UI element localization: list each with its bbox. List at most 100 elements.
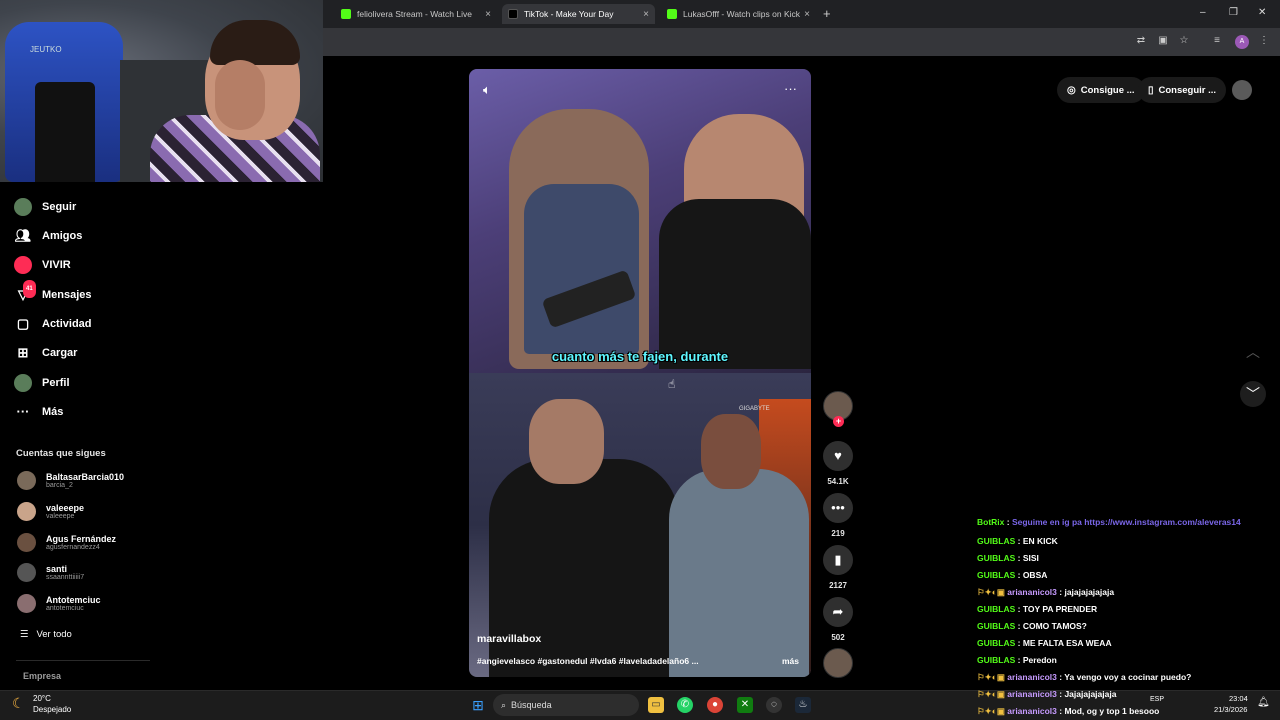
stream-chat-overlay: BotRix : Seguime en ig pa https://www.in… xyxy=(974,515,1280,690)
more-options-icon[interactable]: ··· xyxy=(784,81,797,96)
weather-desc[interactable]: Despejado xyxy=(33,705,71,714)
avatar xyxy=(17,563,36,582)
profile-avatar[interactable]: A xyxy=(1235,35,1249,49)
person-tanktop xyxy=(524,184,639,354)
weather-temp[interactable]: 20°C xyxy=(33,694,51,703)
account-name: valeeepe xyxy=(46,503,85,513)
sidebar-item-label: Seguir xyxy=(42,201,77,213)
sidebar-item-label: Cargar xyxy=(42,347,78,359)
menu-icon[interactable]: ⋮ xyxy=(1258,35,1270,47)
weather-moon-icon: ☾ xyxy=(12,695,25,711)
like-button[interactable]: ♥ xyxy=(823,441,853,471)
tab-tiktok[interactable]: TikTok - Make Your Day × xyxy=(502,4,655,24)
followed-account[interactable]: valeeepe valeeepe xyxy=(17,502,84,521)
more-text-button[interactable]: más xyxy=(782,656,799,666)
see-all-label: Ver todo xyxy=(36,629,72,640)
app-icon[interactable]: ◌ xyxy=(766,697,782,713)
profile-icon xyxy=(14,374,32,392)
windows-start-icon[interactable]: ⊞ xyxy=(470,697,486,713)
sidebar-item-label: Mensajes xyxy=(42,289,92,301)
get-coins-label: Consigue ... xyxy=(1080,84,1135,96)
phone-icon: ▯ xyxy=(1148,84,1154,96)
xbox-icon[interactable]: ✕ xyxy=(737,697,753,713)
close-tab-icon[interactable]: × xyxy=(804,9,810,20)
video-frame-top xyxy=(469,69,811,373)
whatsapp-icon[interactable]: ✆ xyxy=(677,697,693,713)
avatar xyxy=(17,502,36,521)
video-player[interactable]: GIGABYTE cuanto más te fajen, durante 🔈︎… xyxy=(469,69,811,677)
previous-video-button[interactable]: ︿ xyxy=(1240,339,1266,365)
followed-account[interactable]: santi ssaannttiiiii7 xyxy=(17,563,84,582)
chat-message: GUIBLAS : TOY PA PRENDER xyxy=(977,604,1098,614)
get-app-button[interactable]: ▯ Conseguir ... xyxy=(1138,77,1227,103)
sidebar-item-actividad[interactable]: ▢ Actividad xyxy=(14,315,92,333)
user-avatar[interactable] xyxy=(1232,80,1252,100)
close-tab-icon[interactable]: × xyxy=(643,9,649,20)
share-button[interactable]: ➦ xyxy=(823,597,853,627)
sidebar-item-perfil[interactable]: Perfil xyxy=(14,374,70,392)
volume-icon[interactable]: 🔈︎ xyxy=(483,82,491,98)
video-hashtags[interactable]: #angievelasco #gastonedul #lvda6 #lavela… xyxy=(477,656,737,666)
messages-icon: ▽41 xyxy=(14,280,36,304)
video-author[interactable]: maravillabox xyxy=(477,633,541,645)
close-tab-icon[interactable]: × xyxy=(485,9,491,20)
comment-button[interactable]: ••• xyxy=(823,493,853,523)
avatar xyxy=(17,471,36,490)
bookmark-star-icon[interactable]: ☆ xyxy=(1178,35,1190,47)
following-accounts-title: Cuentas que sigues xyxy=(16,448,106,459)
sidebar-item-vivir[interactable]: VIVIR xyxy=(14,256,71,274)
kick-icon xyxy=(341,9,351,19)
chat-message: GUIBLAS : OBSA xyxy=(977,570,1048,580)
translate-icon[interactable]: ⇄ xyxy=(1135,35,1147,47)
account-name: BaltasarBarcia010 xyxy=(46,472,125,482)
file-explorer-icon[interactable]: ▭ xyxy=(648,697,664,713)
sidebar-item-mas[interactable]: ··· Más xyxy=(14,403,64,421)
live-icon xyxy=(14,256,32,274)
followed-account[interactable]: Agus Fernández agusfernandezz4 xyxy=(17,533,116,552)
webcam-overlay: JEUTKO xyxy=(0,0,323,182)
clock-time[interactable]: 23:04 xyxy=(1229,694,1248,703)
save-button[interactable]: ▮ xyxy=(823,545,853,575)
chat-message: GUIBLAS : Peredon xyxy=(977,655,1057,665)
save-count: 2127 xyxy=(829,581,847,590)
messages-badge: 41 xyxy=(23,280,36,298)
followed-account[interactable]: BaltasarBarcia010 barcia_2 xyxy=(17,471,124,490)
sidebar-item-seguir[interactable]: Seguir xyxy=(14,198,76,216)
notification-bell-icon[interactable]: 🔔︎ xyxy=(1257,697,1270,708)
empresa-link[interactable]: Empresa xyxy=(23,671,61,681)
sidebar-item-amigos[interactable]: 👥︎ Amigos xyxy=(14,227,83,245)
activity-icon: ▢ xyxy=(16,316,30,331)
cast-icon[interactable]: ▣ xyxy=(1157,35,1169,47)
steam-icon[interactable]: ♨ xyxy=(795,697,811,713)
window-close-button[interactable]: ✕ xyxy=(1258,7,1266,18)
taskbar-search[interactable]: ⌕ Búsqueda xyxy=(493,694,639,716)
music-disc-avatar[interactable] xyxy=(823,648,853,678)
account-name: Antotemciuc xyxy=(46,595,101,605)
next-video-button[interactable]: ﹀ xyxy=(1240,381,1266,407)
tab-feliolivera[interactable]: feliolivera Stream - Watch Live × xyxy=(335,4,497,24)
minimize-button[interactable]: – xyxy=(1200,7,1206,18)
language-indicator[interactable]: ESP xyxy=(1150,696,1164,703)
chat-message: GUIBLAS : ME FALTA ESA WEAA xyxy=(977,638,1112,648)
reading-list-icon[interactable]: ≡ xyxy=(1211,35,1223,47)
new-tab-button[interactable]: + xyxy=(823,6,831,21)
account-name: Agus Fernández xyxy=(46,534,117,544)
sidebar-item-mensajes[interactable]: ▽41 Mensajes xyxy=(14,280,92,304)
followed-account[interactable]: Antotemciuc antotemciuc xyxy=(17,594,101,613)
chair-logo: JEUTKO xyxy=(30,45,62,54)
video-subtitle: cuanto más te fajen, durante xyxy=(551,349,729,364)
sidebar-item-cargar[interactable]: ⊞ Cargar xyxy=(14,344,78,362)
follow-plus-icon[interactable]: + xyxy=(833,416,844,427)
tab-lukasofff[interactable]: LukasOfff - Watch clips on Kick × xyxy=(661,4,816,24)
search-icon: ⌕ xyxy=(501,699,512,710)
clock-date[interactable]: 21/3/2026 xyxy=(1214,705,1247,714)
account-handle: ssaannttiiiii7 xyxy=(46,574,85,581)
see-all-link[interactable]: ☰ Ver todo xyxy=(20,629,72,640)
list-icon: ☰ xyxy=(20,629,37,640)
avatar xyxy=(17,533,36,552)
chat-message: GUIBLAS : COMO TAMOS? xyxy=(977,621,1087,631)
chrome-icon[interactable]: ● xyxy=(707,697,723,713)
get-coins-button[interactable]: ◎ Consigue ... xyxy=(1057,77,1145,103)
person-head xyxy=(701,414,761,489)
restore-button[interactable]: ❐ xyxy=(1229,7,1238,18)
